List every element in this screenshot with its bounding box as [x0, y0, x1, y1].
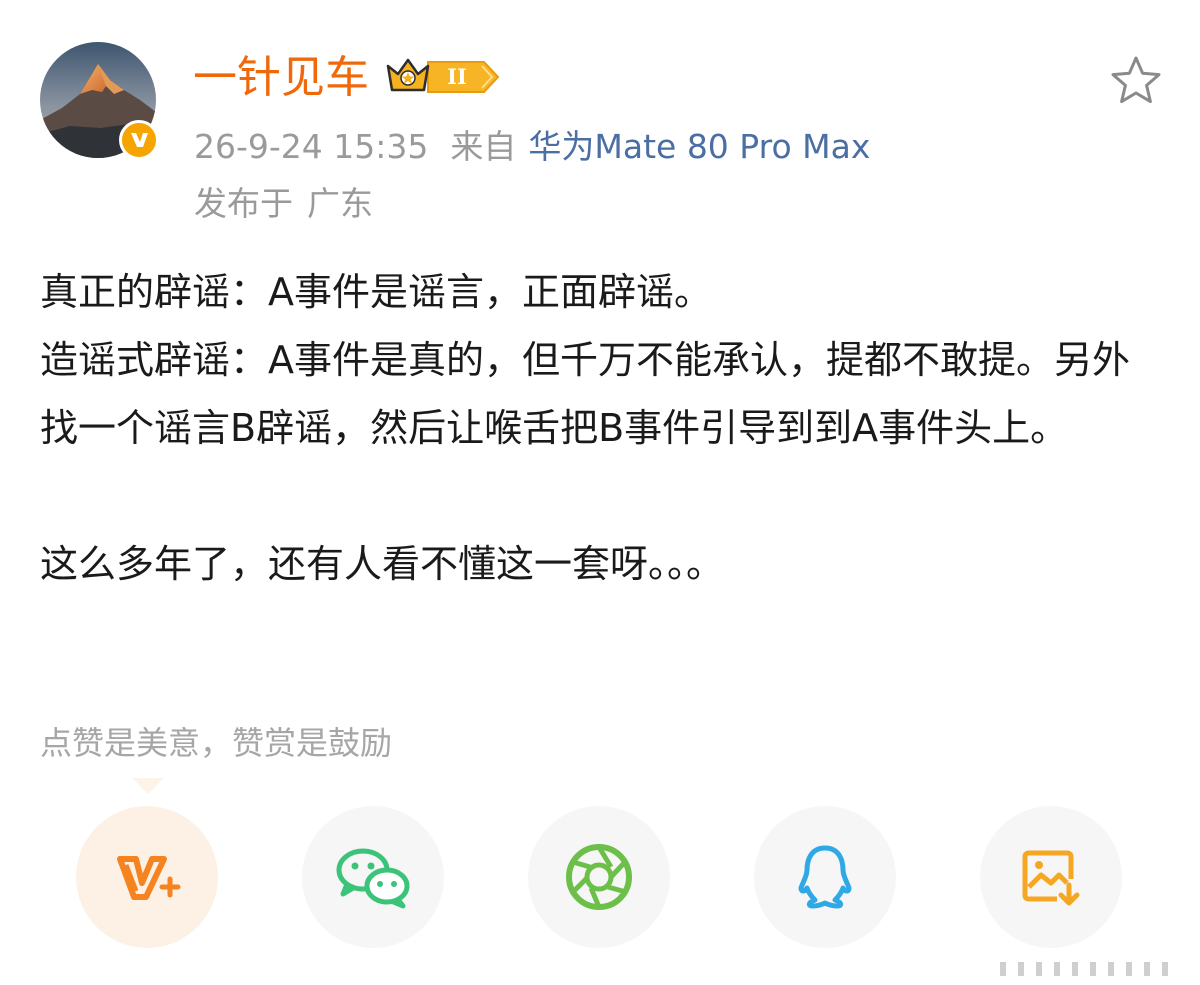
crown-level-icon[interactable]: II: [384, 54, 502, 100]
qq-share-button[interactable]: [754, 806, 896, 948]
post-meta: 26-9-24 15:35 来自 华为Mate 80 Pro Max: [194, 126, 870, 168]
qq-icon: [798, 845, 852, 909]
v-plus-reward-icon: [117, 856, 181, 900]
moments-icon: [566, 844, 632, 910]
post-paragraph: 造谣式辟谣：A事件是真的，但千万不能承认，提都不敢提。另外找一个谣言B辟谣，然后…: [40, 338, 1130, 450]
star-icon[interactable]: [1108, 54, 1164, 108]
save-image-icon: [1022, 850, 1080, 906]
reward-tip: 点赞是美意，赞赏是鼓励: [40, 724, 393, 762]
verified-v-icon: [119, 120, 159, 160]
reward-button[interactable]: [76, 806, 218, 948]
location-prefix: 发布于: [194, 184, 293, 223]
home-indicator: [990, 958, 1190, 980]
timestamp: 26-9-24 15:35: [194, 127, 429, 166]
device-link[interactable]: 华为Mate 80 Pro Max: [528, 127, 870, 166]
save-image-button[interactable]: [980, 806, 1122, 948]
location-line: 发布于 广东: [194, 183, 373, 225]
post-paragraph: 真正的辟谣：A事件是谣言，正面辟谣。: [40, 270, 712, 314]
wechat-icon: [336, 848, 410, 909]
from-label: 来自: [450, 127, 517, 166]
tip-pointer: [132, 778, 164, 794]
post-paragraph: 这么多年了，还有人看不懂这一套呀。。。: [40, 542, 725, 586]
wechat-share-button[interactable]: [302, 806, 444, 948]
username[interactable]: 一针见车: [193, 50, 369, 106]
post-body: 真正的辟谣：A事件是谣言，正面辟谣。 造谣式辟谣：A事件是真的，但千万不能承认，…: [40, 258, 1160, 598]
level-label: II: [447, 64, 467, 89]
moments-share-button[interactable]: [528, 806, 670, 948]
location: 广东: [307, 184, 373, 223]
